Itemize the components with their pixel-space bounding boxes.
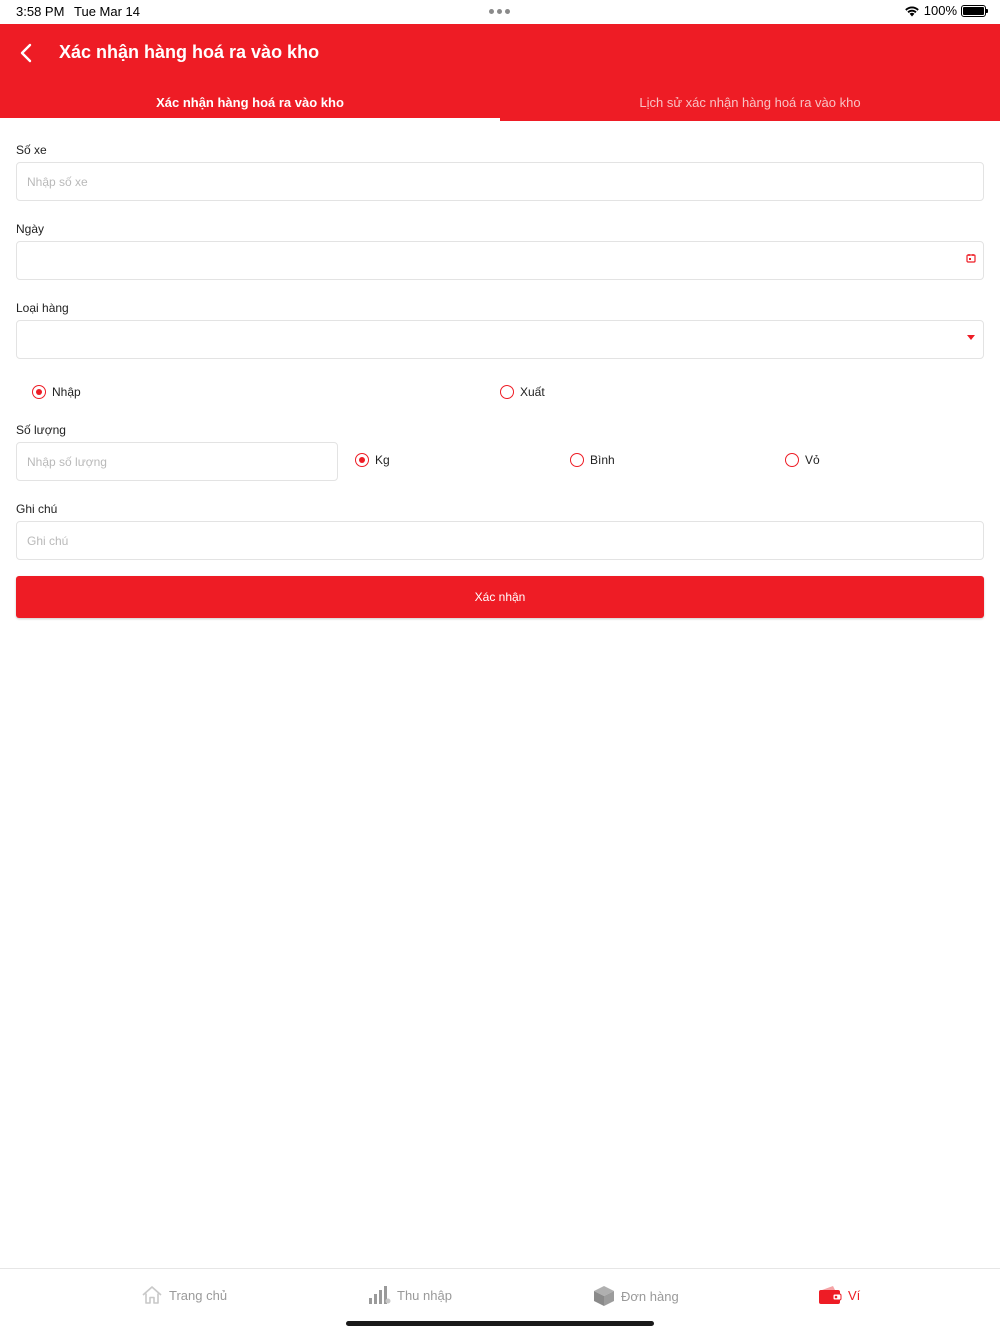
radio-vo-label: Vỏ: [805, 453, 820, 467]
package-icon: [594, 1286, 614, 1306]
confirm-button[interactable]: Xác nhận: [16, 576, 984, 618]
label-so-luong: Số lượng: [16, 423, 66, 437]
nav-home[interactable]: Trang chủ: [141, 1285, 227, 1305]
so-xe-input[interactable]: [16, 162, 984, 201]
page-title: Xác nhận hàng hoá ra vào kho: [59, 42, 320, 62]
wallet-icon: [819, 1286, 842, 1304]
calendar-icon[interactable]: [966, 253, 976, 263]
radio-kg[interactable]: Kg: [355, 453, 390, 467]
multitasking-dots-icon[interactable]: [489, 9, 510, 14]
radio-nhap[interactable]: Nhập: [32, 385, 81, 399]
home-icon: [142, 1286, 162, 1304]
nav-home-label: Trang chủ: [169, 1287, 228, 1303]
nav-income-label: Thu nhập: [397, 1287, 452, 1303]
label-ngay: Ngày: [16, 222, 45, 236]
tab-bar: Xác nhận hàng hoá ra vào kho Lịch sử xác…: [0, 84, 1000, 121]
status-time: 3:58 PM: [16, 4, 65, 19]
nav-wallet-label: Ví: [848, 1287, 861, 1303]
label-loai-hang: Loại hàng: [16, 301, 69, 315]
tab-confirm[interactable]: Xác nhận hàng hoá ra vào kho: [0, 84, 500, 121]
radio-checked-icon: [32, 385, 46, 399]
radio-vo[interactable]: Vỏ: [785, 453, 820, 467]
nav-orders-label: Đơn hàng: [621, 1288, 679, 1304]
back-button[interactable]: [14, 40, 38, 66]
radio-nhap-label: Nhập: [52, 385, 81, 399]
wifi-icon: [904, 5, 919, 16]
radio-xuat[interactable]: Xuất: [500, 385, 545, 399]
label-ghi-chu: Ghi chú: [16, 502, 58, 516]
radio-unchecked-icon: [570, 453, 584, 467]
chevron-left-icon: [20, 43, 32, 63]
nav-orders[interactable]: Đơn hàng: [593, 1285, 679, 1307]
radio-binh[interactable]: Bình: [570, 453, 615, 467]
label-so-xe: Số xe: [16, 143, 47, 157]
ghi-chu-input[interactable]: [16, 521, 984, 560]
nav-wallet[interactable]: Ví: [818, 1285, 860, 1305]
app-header: Xác nhận hàng hoá ra vào kho Xác nhận hà…: [0, 24, 1000, 121]
loai-hang-select[interactable]: [16, 320, 984, 359]
home-indicator[interactable]: [346, 1321, 654, 1326]
so-luong-input[interactable]: [16, 442, 338, 481]
caret-down-icon[interactable]: [967, 335, 975, 340]
radio-unchecked-icon: [500, 385, 514, 399]
radio-binh-label: Bình: [590, 453, 615, 467]
income-chart-icon: [369, 1286, 391, 1304]
radio-checked-icon: [355, 453, 369, 467]
status-date: Tue Mar 14: [74, 4, 140, 19]
radio-xuat-label: Xuất: [520, 385, 545, 399]
status-bar: 3:58 PM Tue Mar 14 100%: [0, 0, 1000, 24]
date-input[interactable]: [16, 241, 984, 280]
radio-unchecked-icon: [785, 453, 799, 467]
tab-history[interactable]: Lịch sử xác nhận hàng hoá ra vào kho: [500, 84, 1000, 121]
status-right: 100%: [904, 3, 988, 18]
nav-income[interactable]: Thu nhập: [368, 1285, 452, 1305]
radio-kg-label: Kg: [375, 453, 390, 467]
battery-icon: [961, 4, 988, 17]
battery-percent: 100%: [923, 3, 957, 18]
